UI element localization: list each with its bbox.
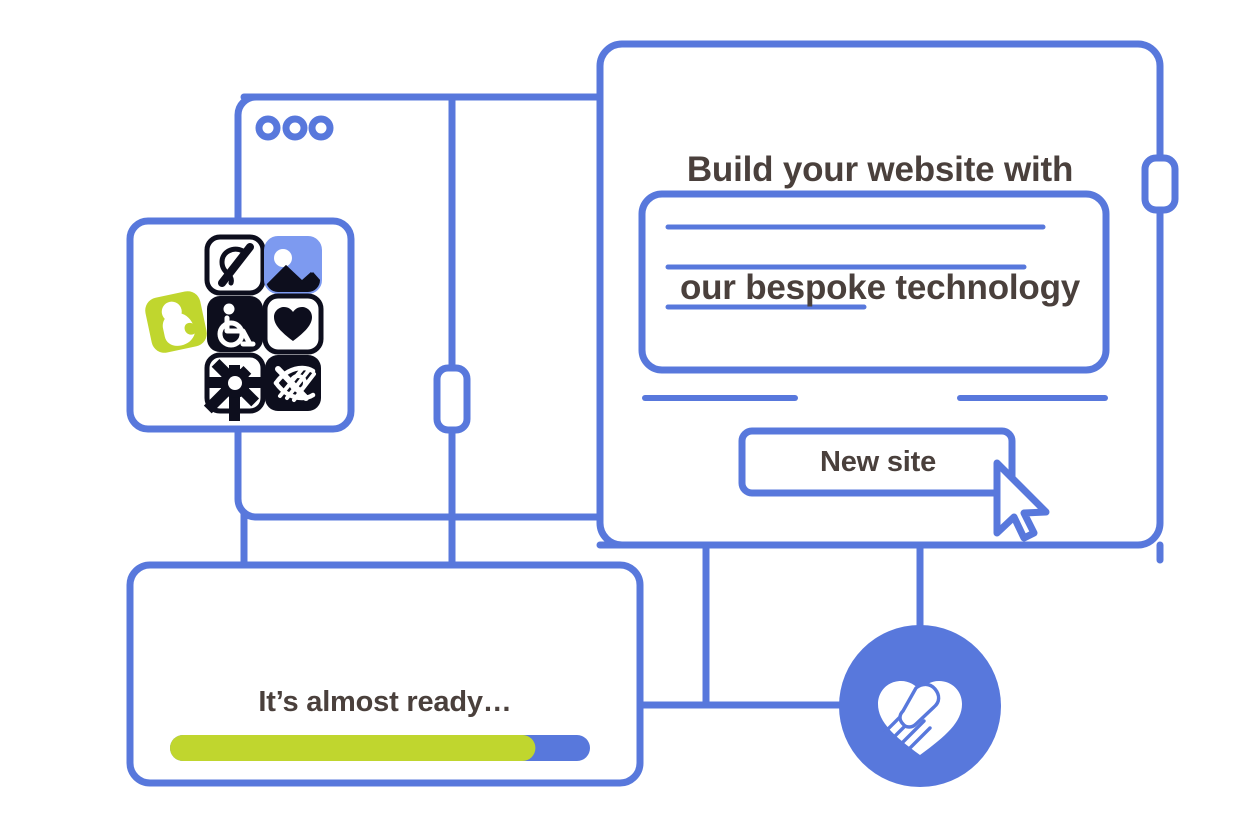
connector-node-left [433,364,471,434]
wheelchair-icon-hit[interactable] [207,296,263,352]
gear-icon-hit[interactable] [207,355,263,411]
low-vision-icon-hit[interactable] [265,355,321,411]
image-icon-hit[interactable] [265,237,321,293]
nursing-person-badge-icon-hit[interactable] [148,294,204,350]
heart-icon-hit[interactable] [265,296,321,352]
illustration-canvas: Build your website with our bespoke tech… [0,0,1250,834]
brand-logo-badge-hit[interactable] [839,625,1001,787]
page-title-line-2: our bespoke technology [679,267,1081,307]
progress-status-text: It’s almost ready… [258,686,512,718]
page-title-line-1: Build your website with [686,150,1074,190]
window-dot-3-hit[interactable] [312,119,330,137]
build-progress-bar-hit [170,735,590,761]
window-dot-1-hit[interactable] [259,119,277,137]
hearing-impaired-icon-hit[interactable] [207,237,263,293]
new-site-button-hit[interactable] [742,431,1012,493]
window-dot-2-hit[interactable] [286,119,304,137]
page-title: Build your website with our bespoke tech… [600,72,1160,386]
